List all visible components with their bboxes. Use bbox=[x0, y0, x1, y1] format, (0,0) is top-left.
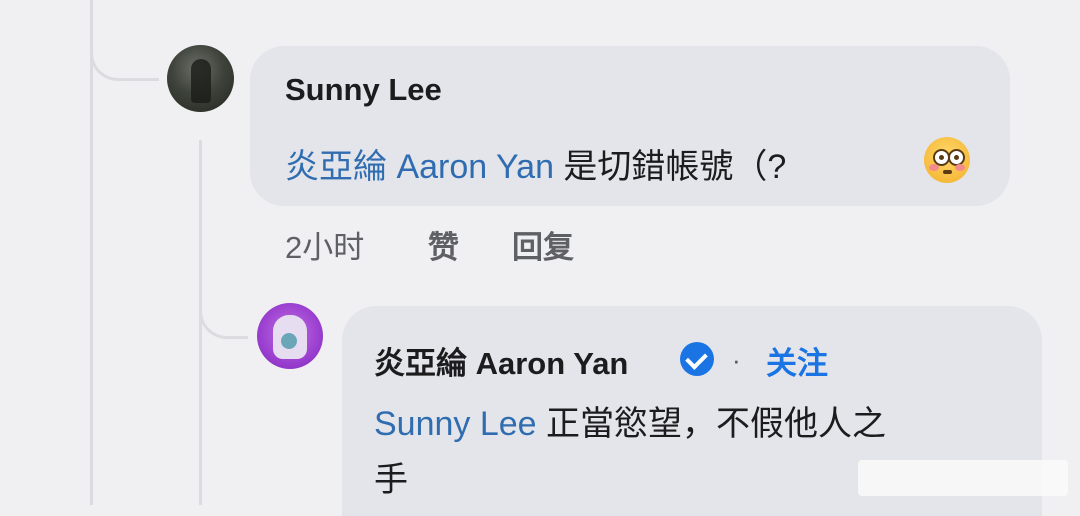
emoji-eye bbox=[948, 149, 965, 166]
reply-body-line1: 正當慾望，不假他人之 bbox=[536, 405, 887, 443]
follow-button[interactable]: 关注 bbox=[766, 338, 828, 383]
reply-text: Sunny Lee 正當慾望，不假他人之 bbox=[374, 396, 886, 445]
avatar-figure bbox=[191, 59, 211, 103]
comment-timestamp: 2小时 bbox=[285, 230, 365, 265]
watermark-overlay bbox=[858, 460, 1068, 496]
reply-avatar[interactable] bbox=[257, 303, 323, 369]
emoji-mouth bbox=[943, 170, 952, 174]
thread-connector bbox=[90, 0, 159, 81]
flushed-face-emoji-icon bbox=[924, 137, 970, 183]
avatar-detail bbox=[281, 333, 297, 349]
verified-badge-icon bbox=[680, 342, 714, 376]
comment-body: 是切錯帳號（? bbox=[553, 148, 787, 186]
comment-author-name[interactable]: Sunny Lee bbox=[285, 72, 442, 108]
thread-line bbox=[90, 0, 93, 505]
mention-link[interactable]: Sunny Lee bbox=[374, 405, 537, 443]
reply-body-line2: 手 bbox=[374, 461, 408, 499]
reply-button[interactable]: 回复 bbox=[512, 222, 574, 267]
separator-dot: · bbox=[732, 345, 741, 375]
avatar[interactable] bbox=[167, 45, 234, 112]
emoji-cheek bbox=[955, 164, 965, 171]
reply-connector bbox=[199, 290, 248, 339]
comment-text: 炎亞綸 Aaron Yan 是切錯帳號（? bbox=[285, 139, 786, 188]
like-button[interactable]: 赞 bbox=[428, 222, 459, 267]
emoji-cheek bbox=[929, 164, 939, 171]
mention-link[interactable]: 炎亞綸 Aaron Yan bbox=[285, 148, 554, 186]
reply-author-name[interactable]: 炎亞綸 Aaron Yan bbox=[374, 338, 628, 383]
